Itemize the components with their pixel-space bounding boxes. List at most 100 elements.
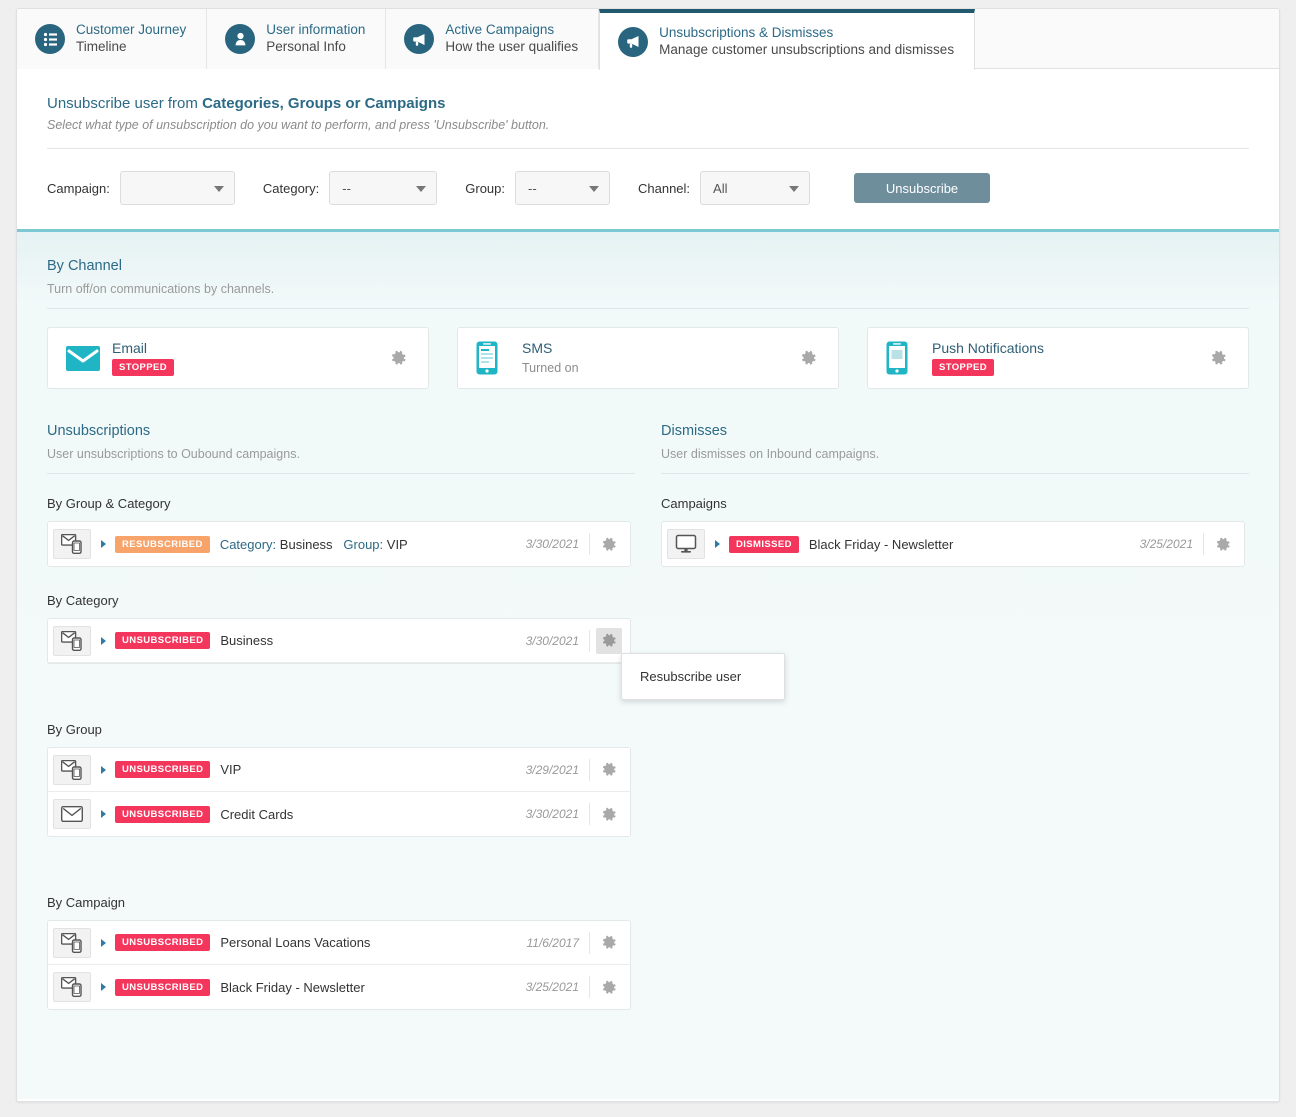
divider [589, 976, 590, 998]
list-item-date: 3/25/2021 [1139, 537, 1193, 551]
dismisses-column: Dismisses User dismisses on Inbound camp… [661, 423, 1249, 1010]
status-badge: UNSUBSCRIBED [115, 805, 211, 823]
group-heading-campaigns: Campaigns [661, 496, 727, 511]
list-item[interactable]: UNSUBSCRIBED Business 3/30/2021 [48, 619, 630, 663]
gear-icon[interactable] [596, 801, 622, 827]
gear-icon[interactable] [596, 930, 622, 956]
tab-bar-filler [975, 9, 1279, 68]
group-value: VIP [383, 536, 408, 552]
list-item[interactable]: DISMISSED Black Friday - Newsletter 3/25… [662, 522, 1244, 566]
tab-subtitle: How the user qualifies [445, 39, 579, 54]
expand-arrow-icon[interactable] [101, 540, 106, 548]
phone-push-icon [886, 341, 924, 375]
unsubscriptions-column: Unsubscriptions User unsubscriptions to … [47, 423, 785, 1010]
channel-card-sms[interactable]: SMS Turned on [457, 327, 839, 389]
list-by-group-category: RESUBSCRIBED Category: Business Group: V… [47, 521, 631, 567]
channel-card-push-notifications[interactable]: Push Notifications STOPPED [867, 327, 1249, 389]
tab-user-information[interactable]: User information Personal Info [207, 9, 387, 69]
expand-arrow-icon[interactable] [101, 765, 106, 774]
list-by-category: UNSUBSCRIBED Business 3/30/2021 Resubscr… [47, 618, 785, 700]
list-item-label: Business [220, 633, 274, 648]
tab-title: Active Campaigns [445, 22, 555, 38]
lists-columns: Unsubscriptions User unsubscriptions to … [47, 423, 1249, 1010]
dismisses-divider [661, 473, 1249, 474]
list-item[interactable]: UNSUBSCRIBED Black Friday - Newsletter 3… [48, 965, 630, 1009]
gear-icon[interactable] [596, 757, 622, 783]
list-by-group: UNSUBSCRIBED VIP 3/29/2021 UNSUBSCRIBED … [47, 747, 631, 837]
list-dismissed-campaigns: DISMISSED Black Friday - Newsletter 3/25… [661, 521, 1245, 567]
list-item-date: 11/6/2017 [526, 935, 580, 950]
email-mobile-icon [53, 625, 91, 656]
channel-name: SMS [522, 339, 553, 356]
gear-context-menu: Resubscribe user [621, 653, 785, 700]
unsubscriptions-app-window: Customer Journey Timeline User informati… [16, 8, 1280, 1102]
status-badge: UNSUBSCRIBED [115, 761, 211, 778]
campaign-filter-label: Campaign: [47, 180, 110, 196]
by-channel-divider [47, 308, 1249, 309]
tab-active-campaigns[interactable]: Active Campaigns How the user qualifies [386, 9, 600, 69]
unsubscribe-button[interactable]: Unsubscribe [854, 173, 991, 203]
group-heading-by-campaign: By Campaign [47, 895, 126, 910]
page-subtitle: Select what type of unsubscription do yo… [47, 118, 550, 132]
page-title-bold: Categories, Groups or Campaigns [202, 95, 446, 112]
expand-arrow-icon[interactable] [101, 983, 106, 991]
tab-customer-journey[interactable]: Customer Journey Timeline [17, 9, 208, 69]
megaphone-icon [618, 26, 649, 57]
dismisses-heading: Dismisses [661, 423, 728, 439]
expand-arrow-icon[interactable] [715, 540, 720, 548]
envelope-icon [66, 345, 104, 371]
channel-select-value: All [713, 180, 728, 196]
chevron-down-icon [589, 186, 599, 192]
expand-arrow-icon[interactable] [101, 938, 106, 947]
chevron-down-icon [789, 186, 800, 192]
list-item[interactable]: UNSUBSCRIBED VIP 3/29/2021 [48, 748, 630, 792]
gear-icon[interactable] [596, 627, 622, 654]
list-item[interactable]: UNSUBSCRIBED Personal Loans Vacations 11… [48, 921, 630, 965]
gear-icon[interactable] [1206, 345, 1232, 371]
phone-sms-icon [476, 341, 514, 375]
panel-divider [47, 148, 1249, 149]
group-heading-by-group-category: By Group & Category [47, 496, 171, 511]
chevron-down-icon [213, 186, 224, 192]
by-channel-heading: By Channel [47, 258, 122, 274]
list-item-label: Category: Business Group: VIP [220, 537, 526, 552]
status-badge: DISMISSED [729, 535, 799, 553]
channel-name: Email [112, 339, 148, 356]
list-item[interactable]: RESUBSCRIBED Category: Business Group: V… [48, 522, 630, 566]
email-mobile-icon [53, 529, 91, 559]
list-item-label: Credit Cards [220, 806, 294, 822]
channel-select[interactable]: All [700, 171, 811, 205]
list-item-label: Black Friday - Newsletter [220, 979, 365, 995]
list-item-date: 3/25/2021 [525, 980, 579, 994]
gear-icon[interactable] [386, 345, 412, 371]
category-select[interactable]: -- [329, 171, 438, 205]
megaphone-icon [404, 24, 435, 54]
expand-arrow-icon[interactable] [101, 636, 106, 645]
divider [589, 629, 590, 652]
gear-icon[interactable] [596, 974, 622, 1000]
page-title: Unsubscribe user from Categories, Groups… [47, 95, 1249, 112]
list-item[interactable]: UNSUBSCRIBED Credit Cards 3/30/2021 [48, 792, 630, 836]
by-channel-subtitle: Turn off/on communications by channels. [47, 282, 275, 296]
gear-icon[interactable] [1210, 531, 1236, 557]
expand-arrow-icon[interactable] [101, 810, 106, 818]
divider [589, 803, 590, 825]
category-key: Category: [219, 536, 277, 552]
dismisses-subtitle: User dismisses on Inbound campaigns. [661, 447, 880, 461]
channel-card-email[interactable]: Email STOPPED [47, 327, 429, 389]
gear-icon[interactable] [796, 345, 822, 371]
category-value: Business [276, 536, 333, 552]
campaign-select[interactable] [119, 171, 235, 205]
menu-item-resubscribe-user[interactable]: Resubscribe user [622, 665, 784, 688]
email-mobile-icon [53, 972, 91, 1002]
status-badge: RESUBSCRIBED [115, 535, 210, 553]
gear-icon[interactable] [596, 531, 622, 557]
tab-unsubscriptions-dismisses[interactable]: Unsubscriptions & Dismisses Manage custo… [599, 9, 976, 70]
tab-subtitle: Manage customer unsubscriptions and dism… [659, 41, 955, 57]
status-badge: STOPPED [932, 358, 995, 376]
group-select[interactable]: -- [515, 171, 610, 205]
list-item-label: Personal Loans Vacations [220, 935, 371, 950]
group-select-value: -- [528, 180, 537, 196]
channel-filter-label: Channel: [638, 180, 691, 196]
list-item-date: 3/29/2021 [525, 762, 579, 777]
